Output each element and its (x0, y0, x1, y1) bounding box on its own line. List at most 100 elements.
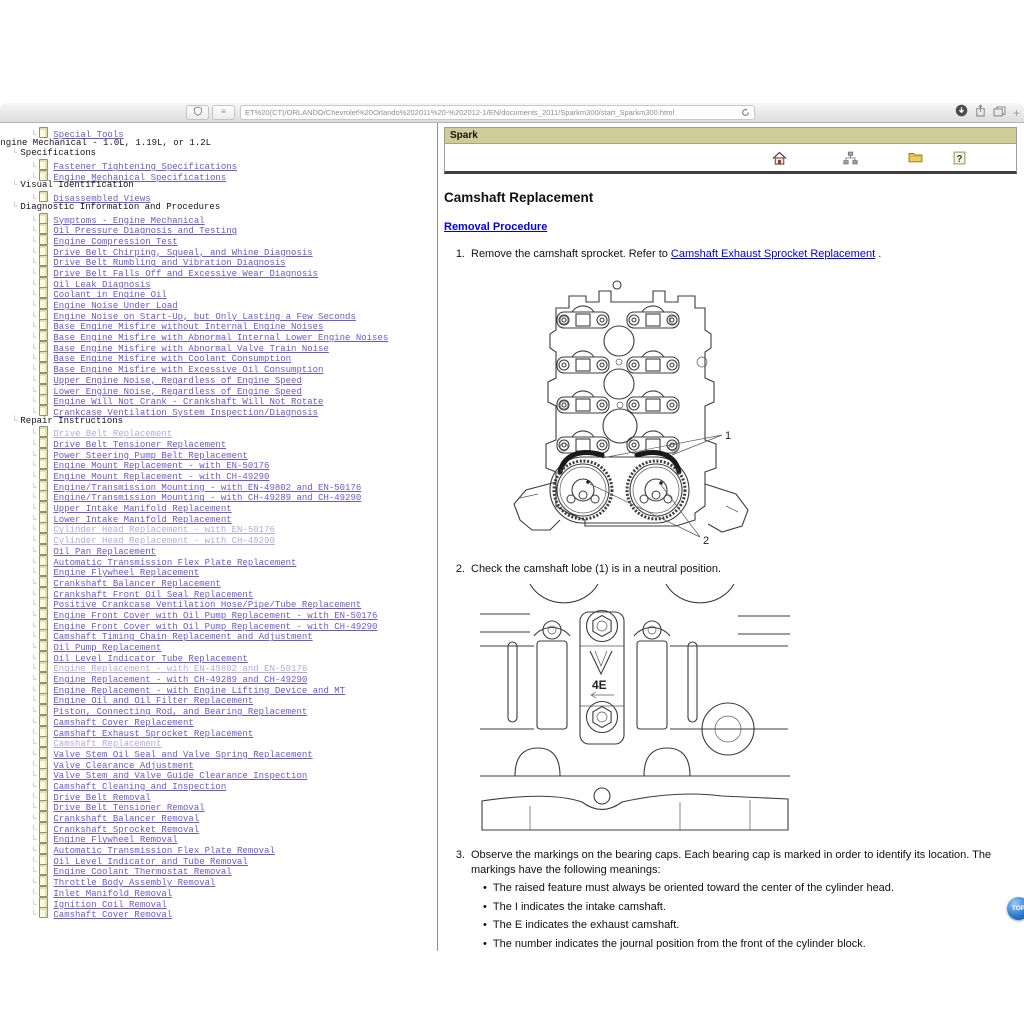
document-icon (39, 501, 48, 512)
share-icon[interactable] (975, 104, 986, 122)
document-icon (39, 469, 48, 480)
tree-link-row: └Crankshaft Balancer Removal (0, 811, 437, 822)
tree-text: Specifications (20, 148, 96, 158)
tree-link-row: └Engine Replacement - with Engine Liftin… (0, 683, 437, 694)
downloads-icon[interactable] (955, 104, 968, 122)
step-1-text: Remove the camshaft sprocket. Refer to C… (471, 247, 881, 262)
document-icon (39, 576, 48, 587)
document-icon (39, 672, 48, 683)
app-body: └Special ToolsEngine Mechanical - 1.0L, … (0, 123, 1024, 951)
document-icon (39, 405, 48, 416)
sitemap-icon[interactable] (843, 151, 858, 165)
document-icon (39, 127, 48, 138)
tree-link-row: └Crankshaft Sprocket Removal (0, 822, 437, 833)
tree-link-row: └Ignition Coil Removal (0, 897, 437, 908)
document-icon (39, 768, 48, 779)
document-icon (39, 587, 48, 598)
tree-link-row: └Engine Front Cover with Oil Pump Replac… (0, 608, 437, 619)
document-icon (39, 341, 48, 352)
document-icon (39, 747, 48, 758)
tree-link-row: └Lower Engine Noise, Regardless of Engin… (0, 384, 437, 395)
step-1-number: 1. (443, 247, 465, 262)
tree-text: Visual Identification (20, 180, 133, 190)
tree-text-row: Engine Mechanical - 1.0L, 1.19L, or 1.2L (0, 138, 437, 149)
home-icon[interactable] (772, 151, 787, 165)
document-icon (39, 287, 48, 298)
back-to-top-button[interactable]: TOP (1007, 897, 1024, 920)
tree-link-row: └Base Engine Misfire with Abnormal Inter… (0, 330, 437, 341)
tree-link-row: └Engine Mechanical Specifications (0, 170, 437, 181)
document-icon (39, 234, 48, 245)
figure1-callout-1: 1 (725, 430, 731, 442)
document-icon (39, 736, 48, 747)
document-icon (39, 191, 48, 202)
tree-link-row: └Engine Coolant Thermostat Removal (0, 864, 437, 875)
new-tab-icon[interactable]: + (1013, 106, 1020, 120)
bullet-item: The E indicates the exhaust camshaft. (483, 918, 1013, 933)
reload-icon[interactable] (741, 104, 750, 122)
document-icon (39, 533, 48, 544)
tree-link-row: └Engine Mount Replacement - with EN-5017… (0, 458, 437, 469)
tree-link-row: └Camshaft Cleaning and Inspection (0, 779, 437, 790)
tree-link-row: └Drive Belt Rumbling and Vibration Diagn… (0, 255, 437, 266)
document-icon (39, 790, 48, 801)
tree-link-row: └Upper Engine Noise, Regardless of Engin… (0, 373, 437, 384)
document-icon (39, 373, 48, 384)
vehicle-title: Spark (445, 128, 1016, 144)
document-icon (39, 309, 48, 320)
reader-icon[interactable]: ≡ (212, 105, 235, 120)
document-icon (39, 266, 48, 277)
document-icon (39, 758, 48, 769)
tree-link-row: └Engine Oil and Oil Filter Replacement (0, 693, 437, 704)
url-left-buttons: ≡ (186, 105, 235, 120)
folder-icon[interactable] (908, 151, 923, 165)
tree-link-row: └Crankcase Ventilation System Inspection… (0, 405, 437, 416)
tree-elbow-icon: └ (31, 910, 36, 920)
figure-bearing-cap-closeup: 4E (470, 584, 1024, 834)
tree-link-row: └Engine/Transmission Mounting - with CH-… (0, 490, 437, 501)
document-icon (39, 779, 48, 790)
tree-elbow-icon: └ (12, 180, 17, 190)
step-2-text: Check the camshaft lobe (1) is in a neut… (471, 562, 721, 577)
service-header-panel: Spark ? (444, 127, 1017, 174)
document-icon (39, 394, 48, 405)
tree-link-row: └ Camshaft Cover Removal (0, 907, 437, 918)
tree-text-row: └Diagnostic Information and Procedures (0, 202, 437, 213)
tree-link-row: └Base Engine Misfire without Internal En… (0, 319, 437, 330)
step-1: 1. Remove the camshaft sprocket. Refer t… (443, 247, 1024, 262)
tree-link-row: └Positive Crankcase Ventilation Hose/Pip… (0, 597, 437, 608)
tree-link-row: └Base Engine Misfire with Excessive Oil … (0, 362, 437, 373)
browser-window: ≡ ET%20(CT)/ORLANDO/Chevrolet%20Orlando%… (0, 103, 1024, 951)
tree-link-row: └Base Engine Misfire with Coolant Consum… (0, 351, 437, 362)
document-icon (39, 822, 48, 833)
privacy-shield-icon[interactable] (186, 105, 209, 120)
document-icon (39, 886, 48, 897)
camshaft-exhaust-sprocket-link[interactable]: Camshaft Exhaust Sprocket Replacement (671, 248, 875, 260)
tree-link-row: └Lower Intake Manifold Replacement (0, 512, 437, 523)
tree-link-row: └Special Tools (0, 127, 437, 138)
tab-overview-icon[interactable] (993, 104, 1006, 122)
tree-link-row: └Crankshaft Front Oil Seal Replacement (0, 587, 437, 598)
address-bar[interactable]: ET%20(CT)/ORLANDO/Chevrolet%20Orlando%20… (240, 105, 755, 120)
tree-link-row: └Drive Belt Chirping, Squeal, and Whine … (0, 245, 437, 256)
tree-link-row: └Engine Noise Under Load (0, 298, 437, 309)
removal-procedure-link[interactable]: Removal Procedure (444, 221, 547, 233)
tree-link-row: └Fastener Tightening Specifications (0, 159, 437, 170)
document-icon (39, 897, 48, 908)
document-icon (39, 480, 48, 491)
tree-link-row: └Valve Stem and Valve Guide Clearance In… (0, 768, 437, 779)
document-icon (39, 854, 48, 865)
document-icon (39, 512, 48, 523)
tree-link[interactable]: Camshaft Cover Removal (53, 910, 172, 920)
tree-link-row: └Engine Noise on Start-Up, but Only Last… (0, 309, 437, 320)
document-icon (39, 255, 48, 266)
document-icon (39, 544, 48, 555)
document-icon (39, 704, 48, 715)
figure1-callout-2: 2 (703, 535, 709, 547)
document-icon (39, 351, 48, 362)
help-icon[interactable]: ? (953, 151, 968, 165)
tree-elbow-icon: └ (12, 148, 17, 158)
content-pane: Spark ? (438, 123, 1024, 951)
document-icon (39, 245, 48, 256)
tree-link-row: └Cylinder Head Replacement - with EN-501… (0, 522, 437, 533)
